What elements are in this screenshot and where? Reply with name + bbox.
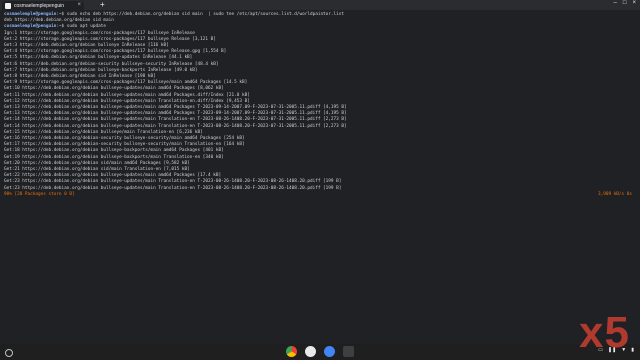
play-store-icon[interactable]: [305, 346, 316, 357]
line-text: Get:21 https://deb.debian.org/debian sid…: [4, 167, 190, 172]
battery-icon: ▮: [631, 347, 634, 353]
watermark: x5: [579, 308, 630, 357]
terminal-line: Get:2 https://storage.googleapis.com/cro…: [4, 37, 216, 43]
progress-status-right: 3,909 kB/s 0s: [598, 191, 632, 197]
line-text: Get:13 https://deb.debian.org/debian bul…: [4, 105, 347, 110]
terminal-line: Get:12 https://deb.debian.org/debian bul…: [4, 99, 250, 105]
terminal-line: Get:10 https://deb.debian.org/debian bul…: [4, 86, 224, 92]
window-controls: – □ ×: [614, 0, 636, 6]
line-text: Get:13 https://deb.debian.org/debian bul…: [4, 111, 347, 117]
line-text: Get:9 https://storage.googleapis.com/cro…: [4, 80, 248, 86]
line-text: Get:23 https://deb.debian.org/debian bul…: [4, 185, 342, 191]
terminal-tab-icon: [5, 2, 11, 9]
line-text: Get:2 https://storage.googleapis.com/cro…: [4, 36, 216, 42]
line-text: Get:22 https://deb.debian.org/debian bul…: [4, 173, 222, 179]
line-text: Get:12 https://deb.debian.org/debian bul…: [4, 98, 250, 104]
close-window-icon[interactable]: ×: [632, 0, 636, 6]
line-text: Get:17 https://deb.debian.org/debian-sec…: [4, 142, 245, 148]
new-tab-button[interactable]: +: [100, 0, 105, 9]
terminal-line: Ign:1 https://storage.googleapis.com/cro…: [4, 31, 195, 37]
terminal-line: Get:11 https://deb.debian.org/debian bul…: [4, 93, 250, 99]
terminal-line: Get:18 https://deb.debian.org/debian bul…: [4, 148, 224, 154]
prompt-user: cosmaelemple@penguin: [4, 12, 57, 17]
maximize-icon[interactable]: □: [623, 0, 627, 6]
line-text: Get:23 https://deb.debian.org/debian bul…: [4, 179, 342, 185]
terminal-line: Get:7 https://deb.debian.org/debian bull…: [4, 68, 198, 74]
close-tab-icon[interactable]: ×: [77, 2, 81, 8]
terminal-line: Get:14 https://deb.debian.org/debian bul…: [4, 117, 347, 123]
line-text: Get:20 https://deb.debian.org/debian sid…: [4, 160, 190, 166]
line-text: Get:3 https://deb.debian.org/debian bull…: [4, 43, 169, 48]
line-text: Get:10 https://deb.debian.org/debian bul…: [4, 86, 224, 92]
launcher-icon[interactable]: [5, 349, 13, 357]
line-text: Ign:1 https://storage.googleapis.com/cro…: [4, 30, 195, 36]
terminal-line: Get:23 https://deb.debian.org/debian bul…: [4, 179, 341, 185]
minimize-icon[interactable]: –: [614, 0, 617, 6]
line-text: Get:6 https://deb.debian.org/debian-secu…: [4, 61, 219, 67]
line-text: Get:5 https://deb.debian.org/debian bull…: [4, 55, 193, 61]
terminal-line: Get:5 https://deb.debian.org/debian bull…: [4, 55, 192, 61]
terminal-tab[interactable]: cosmaelemplepenguin ×: [2, 1, 84, 10]
terminal-line: Get:15 https://deb.debian.org/debian bul…: [4, 130, 203, 136]
terminal-line: cosmaelemple@penguin:~$ sudo apt update: [4, 24, 106, 30]
line-text: Get:11 https://deb.debian.org/debian bul…: [4, 92, 250, 98]
line-text: Get:4 https://storage.googleapis.com/cro…: [4, 49, 227, 55]
terminal-line: Get:6 https://deb.debian.org/debian-secu…: [4, 62, 218, 68]
terminal-icon[interactable]: [343, 346, 354, 357]
terminal-line: Get:19 https://deb.debian.org/debian bul…: [4, 155, 224, 161]
line-text: :~$ sudo echo deb https://deb.debian.org…: [56, 12, 344, 17]
tab-title: cosmaelemplepenguin: [14, 2, 65, 9]
shelf: ▭ ❚❚ ▼ ▮: [0, 344, 640, 360]
terminal-line: Get:23 https://deb.debian.org/debian bul…: [4, 186, 341, 192]
terminal-output[interactable]: cosmaelemple@penguin:~$ sudo echo deb ht…: [0, 10, 640, 344]
line-text: deb https://deb.debian.org/debian sid ma…: [4, 18, 114, 24]
files-icon[interactable]: [324, 346, 335, 357]
window-titlebar: cosmaelemplepenguin × + – □ ×: [0, 0, 640, 10]
line-text: Get:14 https://deb.debian.org/debian bul…: [4, 117, 347, 123]
progress-status-left: 98% [20 Packages store 0 B]: [4, 191, 75, 197]
line-text: Get:14 https://deb.debian.org/debian bul…: [4, 123, 347, 129]
chrome-icon[interactable]: [286, 346, 297, 357]
terminal-line: Get:20 https://deb.debian.org/debian sid…: [4, 161, 190, 167]
terminal-line: Get:14 https://deb.debian.org/debian bul…: [4, 124, 347, 130]
line-text: Get:8 https://deb.debian.org/debian sid …: [4, 74, 156, 79]
line-text: Get:16 https://deb.debian.org/debian-sec…: [4, 136, 245, 141]
line-text: Get:15 https://deb.debian.org/debian bul…: [4, 129, 203, 135]
line-text: Get:19 https://deb.debian.org/debian bul…: [4, 154, 224, 160]
line-text: :~$ sudo apt update: [56, 24, 107, 30]
line-text: Get:7 https://deb.debian.org/debian bull…: [4, 67, 198, 73]
line-text: Get:18 https://deb.debian.org/debian bul…: [4, 148, 224, 154]
prompt-user: cosmaelemple@penguin: [4, 24, 57, 30]
